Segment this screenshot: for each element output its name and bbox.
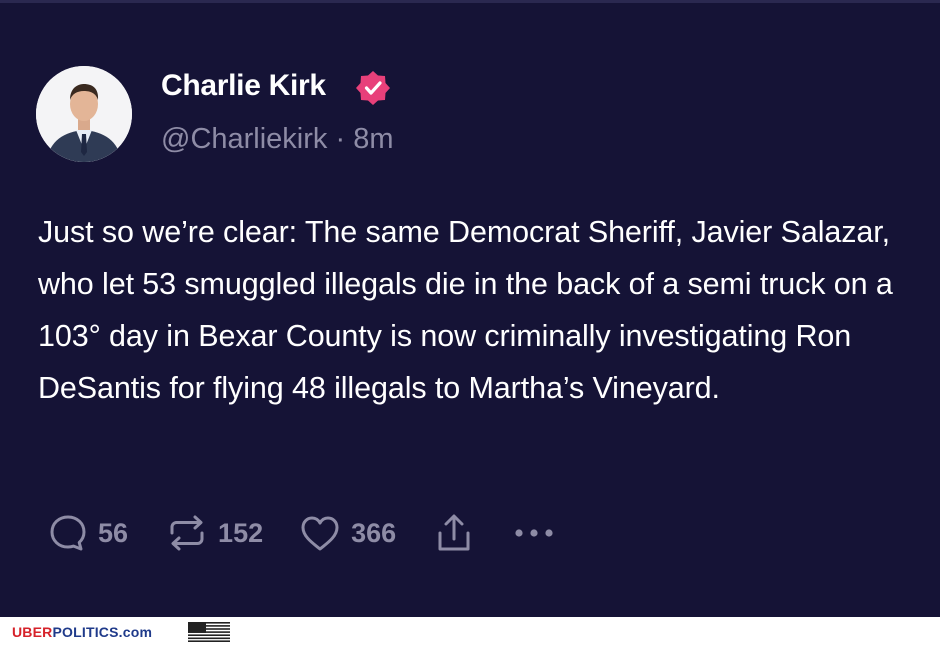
more-button[interactable] [510, 511, 560, 555]
person-photo-icon [36, 66, 132, 162]
action-bar: 56 152 366 [46, 511, 560, 555]
brand-part-1: UBER [12, 624, 53, 640]
post-time[interactable]: 8m [353, 123, 393, 155]
handle-row: @Charliekirk · 8m [161, 123, 394, 156]
repost-icon [170, 515, 204, 551]
author-name[interactable]: Charlie Kirk [161, 69, 326, 103]
author-handle[interactable]: @Charliekirk [161, 123, 327, 155]
us-flag-icon [188, 622, 230, 642]
brand-part-2: POLITICS.com [52, 624, 153, 640]
share-icon [438, 514, 470, 551]
avatar[interactable] [36, 66, 132, 162]
post-text: Just so we’re clear: The same Democrat S… [38, 215, 893, 405]
like-button[interactable]: 366 [297, 511, 396, 555]
meta-separator: · [335, 123, 346, 155]
repost-button[interactable]: 152 [164, 511, 263, 555]
site-brand[interactable]: UBERPOLITICS.com [12, 624, 152, 640]
verified-badge-icon [356, 71, 390, 105]
share-button[interactable] [434, 511, 474, 555]
reply-button[interactable]: 56 [46, 511, 128, 555]
heart-icon [301, 516, 339, 551]
like-count: 366 [351, 517, 397, 548]
comment-icon [50, 515, 86, 551]
repost-count: 152 [218, 517, 264, 548]
more-icon [515, 529, 553, 537]
reply-count: 56 [98, 517, 129, 548]
watermark-footer: UBERPOLITICS.com [0, 617, 940, 645]
post-card: Charlie Kirk @Charliekirk · 8m Just so w… [0, 0, 940, 617]
